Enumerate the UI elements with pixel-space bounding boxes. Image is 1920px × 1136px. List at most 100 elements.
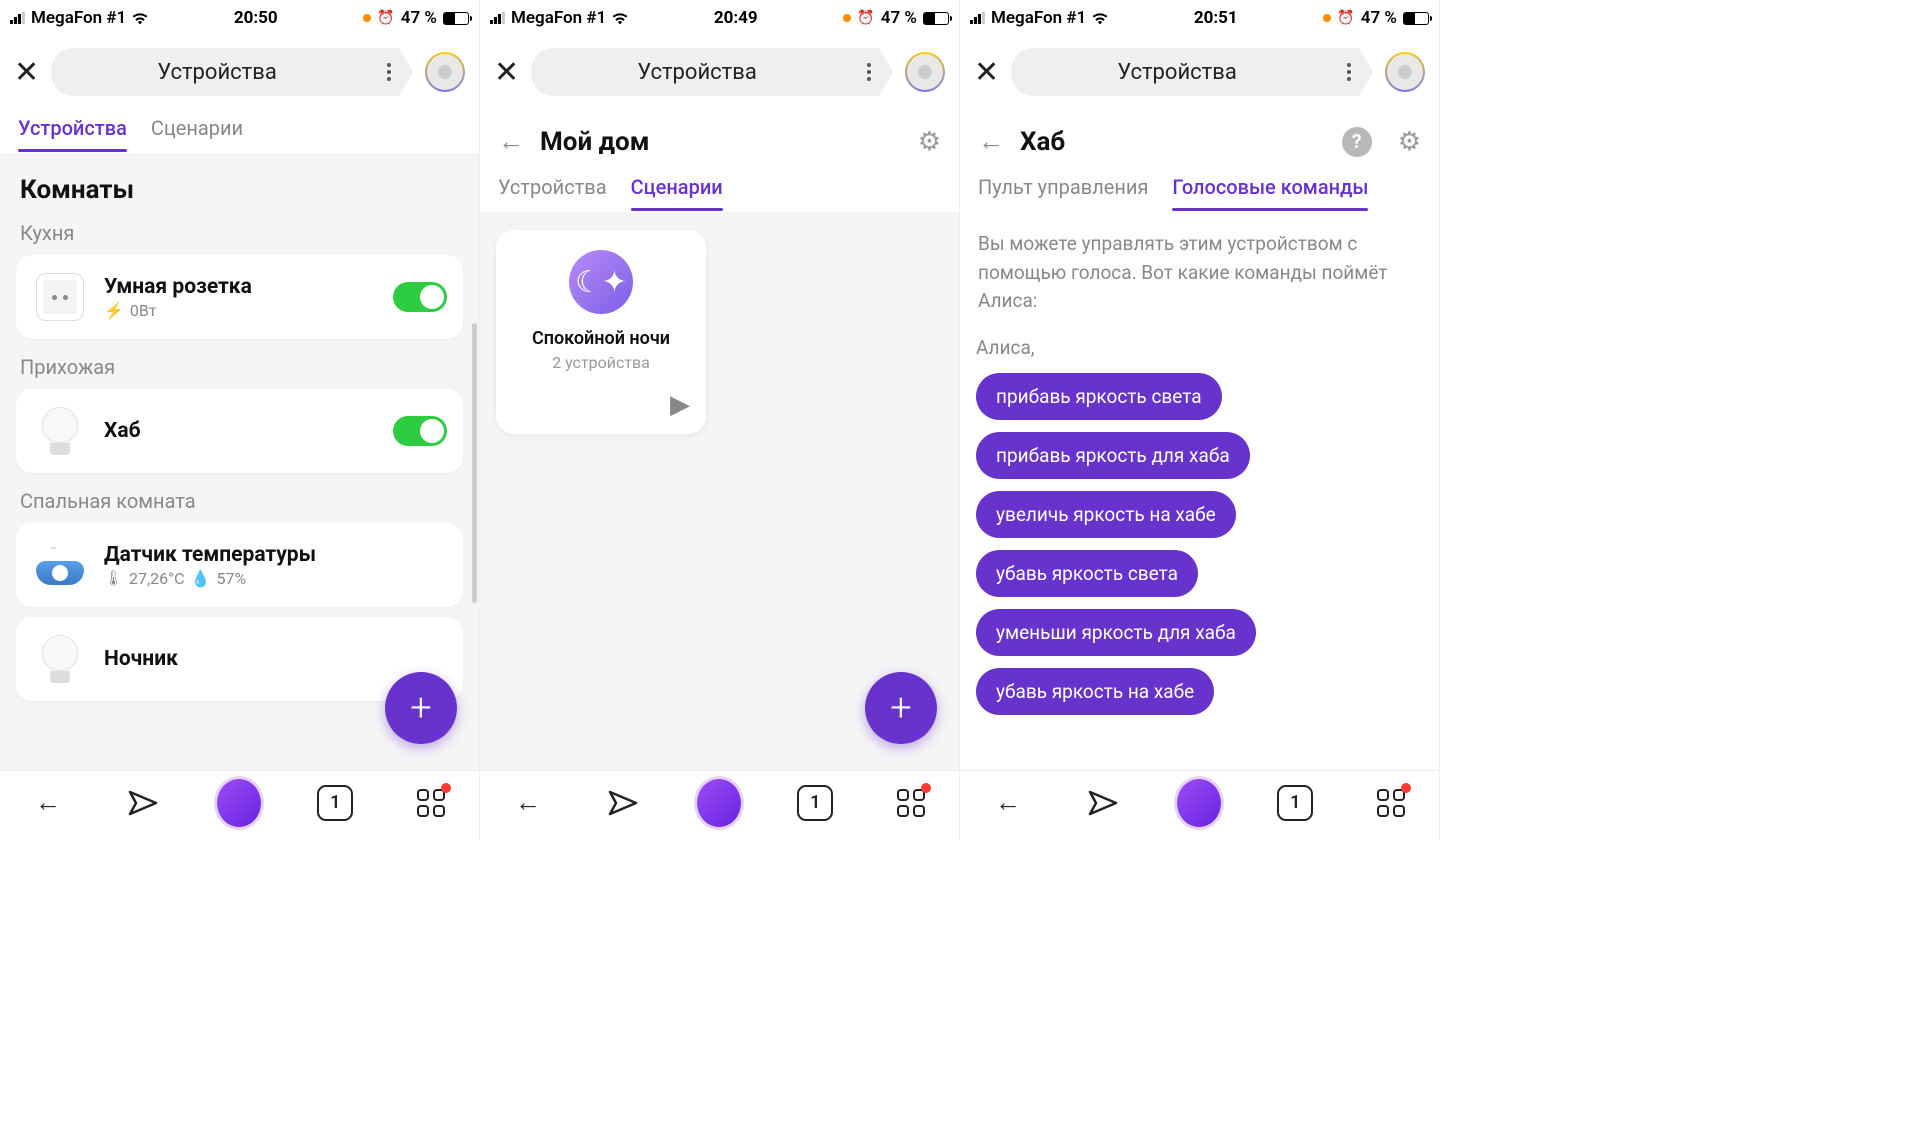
- add-fab[interactable]: +: [865, 672, 937, 744]
- voice-chip[interactable]: увеличь яркость на хабе: [976, 491, 1236, 538]
- nav-tabs[interactable]: 1: [793, 781, 837, 825]
- title-pill[interactable]: Устройства: [531, 48, 893, 96]
- voice-call-label: Алиса,: [976, 336, 1423, 359]
- room-hallway-label: Прихожая: [20, 355, 459, 379]
- outlet-toggle[interactable]: [393, 282, 447, 312]
- settings-button[interactable]: ⚙: [1398, 127, 1421, 157]
- nav-send[interactable]: [122, 781, 166, 825]
- voice-chip[interactable]: уменьши яркость для хаба: [976, 609, 1256, 656]
- tab-devices[interactable]: Устройства: [498, 167, 607, 211]
- bottom-nav: ← 1: [480, 770, 959, 840]
- notification-dot-icon: [921, 783, 931, 793]
- nav-tabs[interactable]: 1: [1273, 781, 1317, 825]
- nav-back[interactable]: ←: [986, 781, 1030, 825]
- avatar-button[interactable]: [905, 52, 945, 92]
- signal-icon: [970, 12, 985, 24]
- voice-chip[interactable]: прибавь яркость света: [976, 373, 1222, 420]
- kebab-icon[interactable]: [387, 63, 391, 81]
- nav-apps[interactable]: [889, 781, 933, 825]
- tab-remote[interactable]: Пульт управления: [978, 167, 1148, 211]
- tab-scenarios[interactable]: Сценарии: [151, 108, 243, 152]
- device-name: Умная розетка: [104, 275, 377, 299]
- device-name: Ночник: [104, 647, 447, 671]
- nav-apps[interactable]: [409, 781, 453, 825]
- back-button[interactable]: ←: [498, 126, 524, 157]
- appbar-title: Устройства: [637, 60, 756, 85]
- nav-alice[interactable]: [1177, 781, 1221, 825]
- battery-pct: 47 %: [1361, 8, 1397, 28]
- battery-pct: 47 %: [401, 8, 437, 28]
- avatar-button[interactable]: [1385, 52, 1425, 92]
- device-temp-sensor[interactable]: ˙ ˙ ˙ Датчик температуры 🌡 27,26°C 💧 57%: [16, 523, 463, 607]
- help-button[interactable]: ?: [1342, 127, 1372, 157]
- screen-hub-voice: MegaFon #1 20:51 ⏰ 47 % ✕ Устройства ← Х…: [960, 0, 1440, 840]
- hub-tabs: Пульт управления Голосовые команды: [960, 167, 1439, 212]
- status-bar: MegaFon #1 20:50 ⏰ 47 %: [0, 0, 479, 36]
- room-bedroom-label: Спальная комната: [20, 489, 459, 513]
- recording-dot-icon: [363, 14, 371, 22]
- main-tabs: Устройства Сценарии: [0, 108, 479, 153]
- nav-back[interactable]: ←: [26, 781, 70, 825]
- title-pill[interactable]: Устройства: [51, 48, 413, 96]
- sensor-humidity: 57%: [216, 569, 246, 588]
- outlet-icon: [32, 269, 88, 325]
- status-time: 20:49: [714, 8, 758, 28]
- voice-chip[interactable]: убавь яркость на хабе: [976, 668, 1214, 715]
- page-header: ← Мой дом ⚙: [480, 108, 959, 167]
- alarm-icon: ⏰: [377, 10, 394, 26]
- recording-dot-icon: [843, 14, 851, 22]
- recording-dot-icon: [1323, 14, 1331, 22]
- tab-devices[interactable]: Устройства: [18, 108, 127, 152]
- battery-icon: [1403, 12, 1429, 25]
- hub-toggle[interactable]: [393, 416, 447, 446]
- nav-send[interactable]: [602, 781, 646, 825]
- close-button[interactable]: ✕: [14, 55, 39, 90]
- wifi-icon: [1092, 12, 1108, 24]
- settings-button[interactable]: ⚙: [918, 127, 941, 157]
- app-bar: ✕ Устройства: [0, 36, 479, 108]
- status-bar: MegaFon #1 20:51 ⏰ 47 %: [960, 0, 1439, 36]
- nav-tabs[interactable]: 1: [313, 781, 357, 825]
- nav-alice[interactable]: [217, 781, 261, 825]
- play-button[interactable]: ▶: [670, 390, 690, 420]
- content-scroll[interactable]: ☾✦ Спокойной ночи 2 устройства ▶: [480, 212, 959, 840]
- wifi-icon: [132, 12, 148, 24]
- close-button[interactable]: ✕: [974, 55, 999, 90]
- device-name: Датчик температуры: [104, 543, 447, 567]
- scenario-card-goodnight[interactable]: ☾✦ Спокойной ночи 2 устройства ▶: [496, 230, 706, 434]
- page-title: Хаб: [1020, 127, 1326, 157]
- nav-apps[interactable]: [1369, 781, 1413, 825]
- tab-voice-commands[interactable]: Голосовые команды: [1172, 167, 1368, 211]
- kebab-icon[interactable]: [867, 63, 871, 81]
- home-tabs: Устройства Сценарии: [480, 167, 959, 212]
- kebab-icon[interactable]: [1347, 63, 1351, 81]
- bottom-nav: ← 1: [960, 770, 1439, 840]
- notification-dot-icon: [441, 783, 451, 793]
- alarm-icon: ⏰: [1337, 10, 1354, 26]
- nav-alice[interactable]: [697, 781, 741, 825]
- voice-chip[interactable]: прибавь яркость для хаба: [976, 432, 1250, 479]
- device-hub[interactable]: Хаб: [16, 389, 463, 473]
- content-scroll[interactable]: Вы можете управлять этим устройством с п…: [960, 212, 1439, 840]
- add-fab[interactable]: +: [385, 672, 457, 744]
- device-smart-outlet[interactable]: Умная розетка ⚡0Вт: [16, 255, 463, 339]
- avatar-button[interactable]: [425, 52, 465, 92]
- thermometer-icon: 🌡: [104, 569, 123, 587]
- nav-send[interactable]: [1082, 781, 1126, 825]
- app-bar: ✕ Устройства: [480, 36, 959, 108]
- bulb-icon: [32, 403, 88, 459]
- voice-chip[interactable]: убавь яркость света: [976, 550, 1198, 597]
- scrollbar[interactable]: [472, 323, 477, 603]
- title-pill[interactable]: Устройства: [1011, 48, 1373, 96]
- back-button[interactable]: ←: [978, 126, 1004, 157]
- page-header: ← Хаб ? ⚙: [960, 108, 1439, 167]
- alarm-icon: ⏰: [857, 10, 874, 26]
- carrier-label: MegaFon #1: [991, 8, 1086, 28]
- page-title: Мой дом: [540, 127, 902, 157]
- close-button[interactable]: ✕: [494, 55, 519, 90]
- tab-scenarios[interactable]: Сценарии: [631, 167, 723, 211]
- nav-back[interactable]: ←: [506, 781, 550, 825]
- bottom-nav: ← 1: [0, 770, 479, 840]
- appbar-title: Устройства: [157, 60, 276, 85]
- signal-icon: [490, 12, 505, 24]
